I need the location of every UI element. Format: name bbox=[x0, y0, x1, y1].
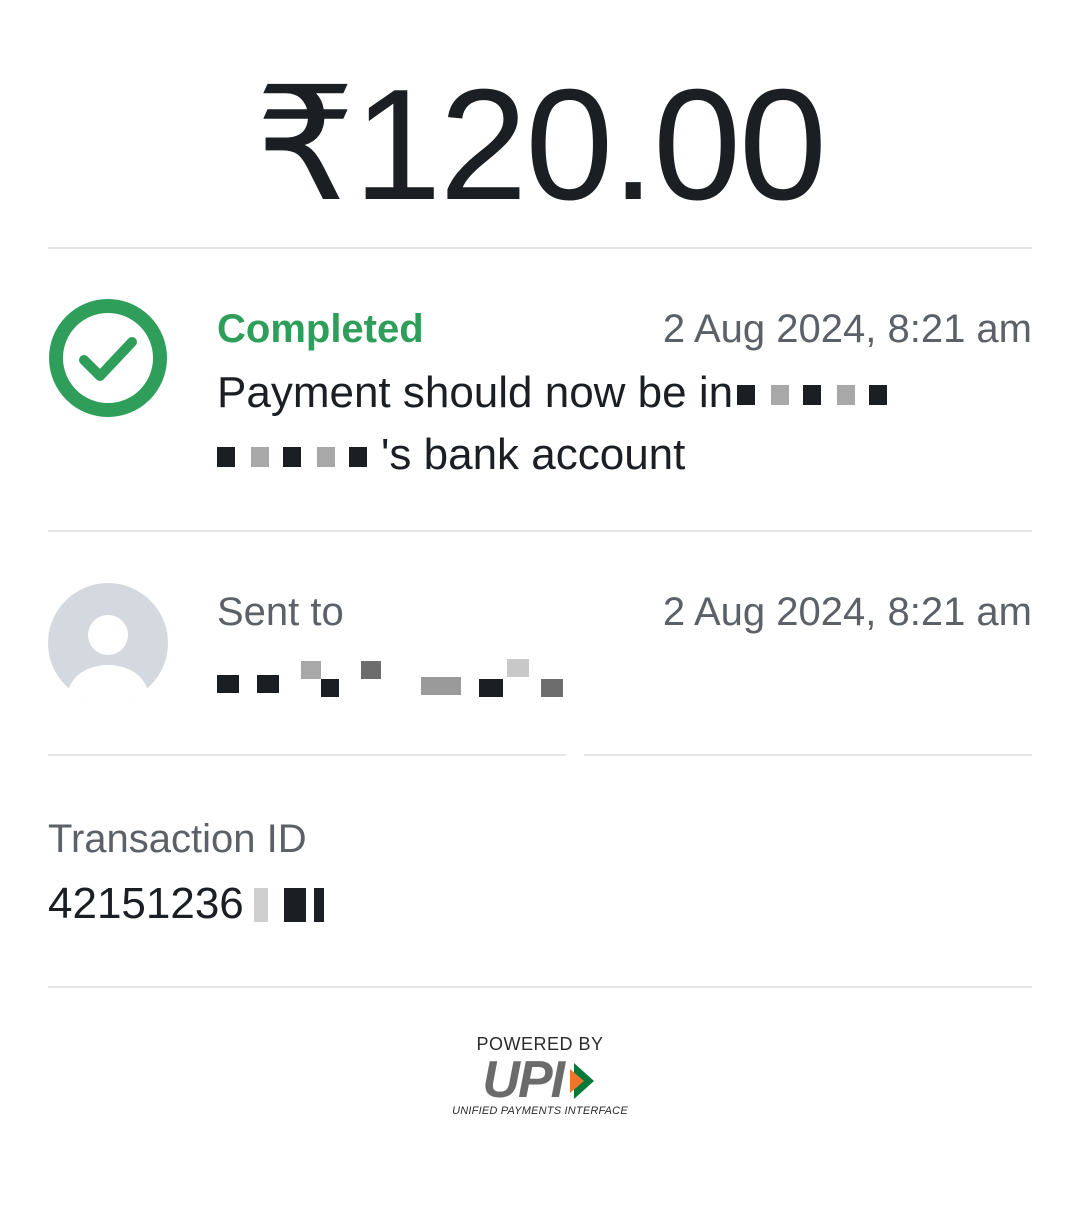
status-message-prefix: Payment should now be in bbox=[217, 368, 734, 417]
redaction-block bbox=[361, 661, 381, 679]
upi-branding: POWERED BY UPI UNIFIED PAYMENTS INTERFAC… bbox=[440, 1034, 640, 1124]
redacted-name bbox=[737, 385, 888, 406]
status-message-suffix: 's bank account bbox=[381, 430, 686, 479]
avatar-head bbox=[88, 615, 128, 655]
divider-lower-right bbox=[584, 754, 1032, 756]
transaction-id-visible: 42151236 bbox=[48, 879, 244, 928]
upi-arrow-icon bbox=[569, 1063, 594, 1099]
redaction-block bbox=[321, 679, 339, 697]
divider-bottom bbox=[48, 986, 1032, 988]
recipient-name-redacted bbox=[217, 655, 597, 701]
redaction-block bbox=[217, 675, 239, 693]
redaction-block bbox=[507, 659, 529, 677]
upi-logo-text: UPI bbox=[482, 1051, 565, 1109]
transaction-id-value[interactable]: 42151236 bbox=[48, 878, 328, 930]
avatar-shoulders bbox=[68, 665, 148, 703]
status-label: Completed bbox=[217, 307, 424, 351]
check-circle-icon bbox=[49, 299, 167, 417]
divider-middle bbox=[48, 530, 1032, 532]
transaction-id-label: Transaction ID bbox=[48, 817, 307, 861]
sent-timestamp: 2 Aug 2024, 8:21 am bbox=[662, 590, 1032, 634]
redaction-block bbox=[301, 661, 321, 679]
divider-lower-left bbox=[48, 754, 566, 756]
transaction-id-redacted bbox=[243, 888, 328, 922]
divider-top bbox=[48, 247, 1032, 249]
redaction-block bbox=[479, 679, 503, 697]
payment-amount: ₹120.00 bbox=[255, 57, 827, 233]
redacted-name bbox=[217, 447, 377, 468]
user-avatar-icon bbox=[48, 583, 168, 703]
status-timestamp: 2 Aug 2024, 8:21 am bbox=[662, 307, 1032, 351]
redaction-block bbox=[257, 675, 279, 693]
sent-to-label: Sent to bbox=[217, 590, 344, 634]
upi-logo: UPI bbox=[482, 1054, 597, 1106]
status-message: Payment should now be in 's bank account bbox=[217, 362, 977, 486]
redaction-block bbox=[421, 677, 461, 695]
redaction-block bbox=[541, 679, 563, 697]
